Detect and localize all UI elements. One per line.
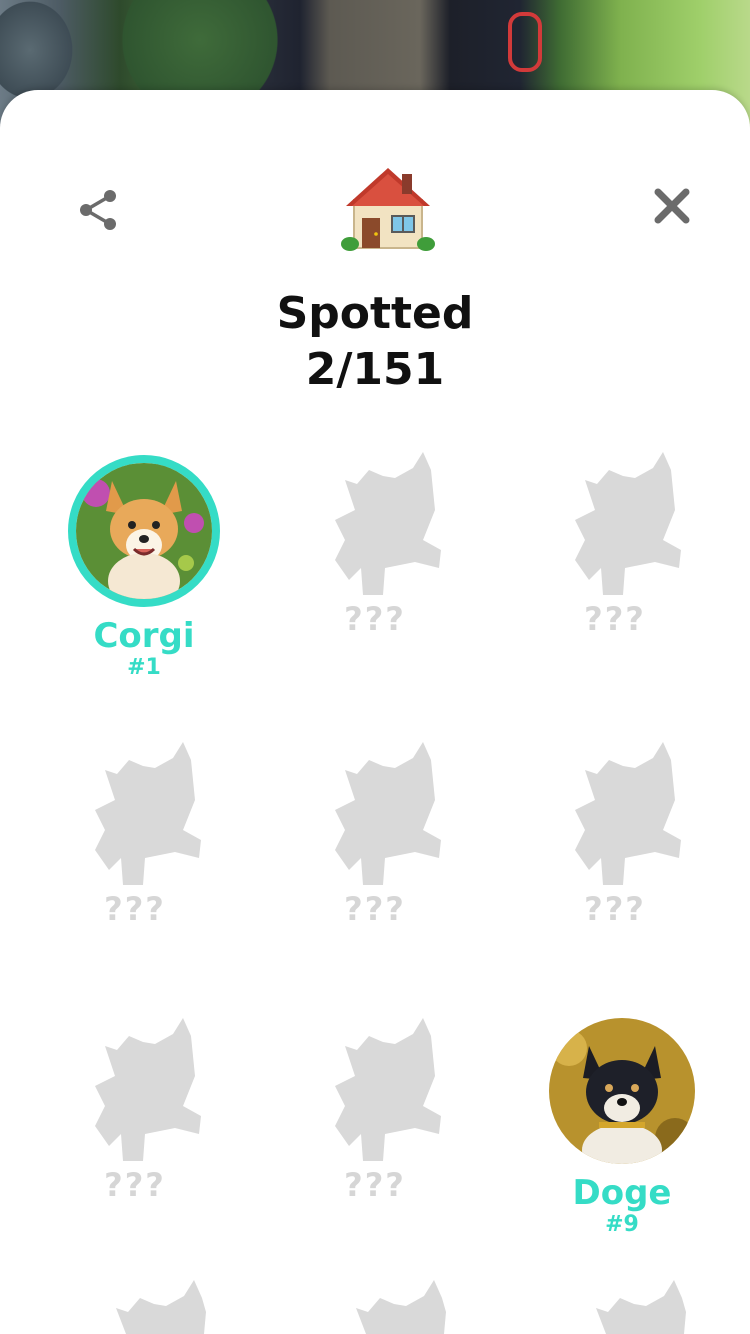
share-button[interactable] bbox=[74, 184, 124, 234]
dog-silhouette-icon bbox=[335, 742, 441, 885]
dog-silhouette-icon bbox=[116, 1280, 206, 1334]
dog-silhouette-icon bbox=[335, 1018, 441, 1161]
dog-silhouette-icon bbox=[596, 1280, 686, 1334]
share-icon bbox=[80, 190, 116, 230]
dog-card-locked[interactable] bbox=[76, 1278, 216, 1334]
dog-name: ??? bbox=[584, 600, 646, 638]
dog-number: #9 bbox=[605, 1212, 639, 1237]
dog-card-locked[interactable]: ??? bbox=[520, 450, 710, 638]
dog-card-locked[interactable]: ??? bbox=[520, 740, 710, 928]
dog-card-locked[interactable] bbox=[316, 1278, 456, 1334]
dog-name: ??? bbox=[104, 890, 166, 928]
dog-number: #1 bbox=[127, 655, 161, 680]
dog-card-locked[interactable]: ??? bbox=[40, 740, 230, 928]
dog-card-corgi[interactable]: Corgi #1 bbox=[49, 455, 239, 681]
close-button[interactable] bbox=[648, 182, 696, 230]
dog-silhouette-icon bbox=[95, 1018, 201, 1161]
dog-name: ??? bbox=[344, 890, 406, 928]
title-line-1: Spotted bbox=[276, 288, 474, 339]
doge-avatar bbox=[549, 1018, 695, 1164]
dog-name: ??? bbox=[344, 600, 406, 638]
dog-silhouette-icon bbox=[575, 742, 681, 885]
dog-name: ??? bbox=[584, 890, 646, 928]
dog-silhouette-icon bbox=[95, 742, 201, 885]
dog-card-locked[interactable]: ??? bbox=[280, 740, 470, 928]
dog-silhouette-icon bbox=[575, 452, 681, 595]
dog-card-locked[interactable]: ??? bbox=[280, 1016, 470, 1204]
close-icon bbox=[654, 188, 690, 224]
dog-card-locked[interactable]: ??? bbox=[280, 450, 470, 638]
dog-card-doge[interactable]: Doge #9 bbox=[527, 1018, 717, 1238]
dog-name: Doge bbox=[572, 1173, 672, 1213]
dog-name: ??? bbox=[344, 1166, 406, 1204]
background-detail bbox=[508, 12, 542, 72]
dog-silhouette-icon bbox=[356, 1280, 446, 1334]
dog-silhouette-icon bbox=[335, 452, 441, 595]
dog-name: ??? bbox=[104, 1166, 166, 1204]
house-icon bbox=[340, 160, 436, 256]
dog-card-locked[interactable] bbox=[556, 1278, 696, 1334]
corgi-avatar bbox=[68, 455, 220, 607]
dog-card-locked[interactable]: ??? bbox=[40, 1016, 230, 1204]
page-title: Spotted 2/151 bbox=[0, 286, 750, 398]
title-line-2: 2/151 bbox=[305, 344, 445, 395]
dog-name: Corgi bbox=[93, 616, 195, 656]
